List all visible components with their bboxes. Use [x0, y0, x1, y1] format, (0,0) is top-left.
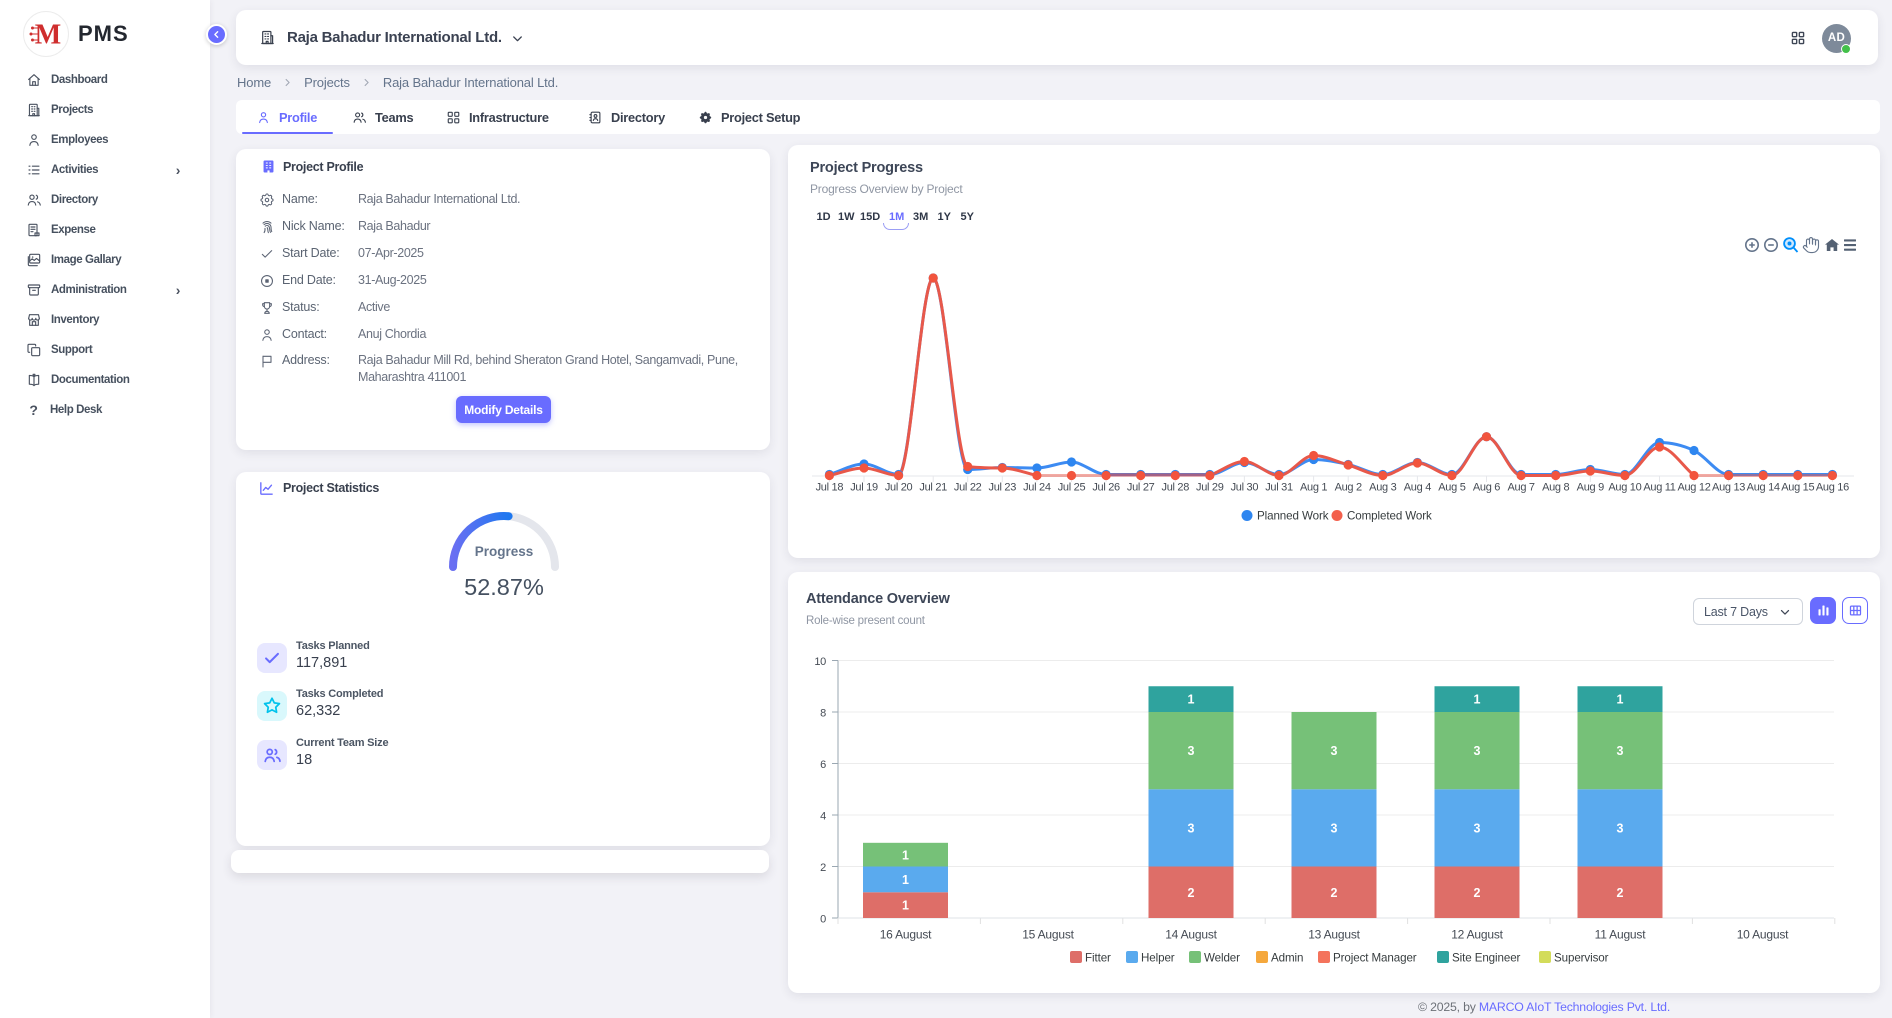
svg-text:2: 2 — [1331, 886, 1338, 900]
svg-text:Project Manager: Project Manager — [1333, 952, 1417, 965]
svg-text:10 August: 10 August — [1737, 928, 1789, 942]
svg-text:Fitter: Fitter — [1085, 952, 1111, 965]
svg-text:Aug 10: Aug 10 — [1608, 482, 1641, 494]
svg-text:1: 1 — [902, 873, 909, 887]
svg-text:10: 10 — [814, 656, 826, 668]
svg-text:Aug 12: Aug 12 — [1677, 482, 1710, 494]
svg-text:6: 6 — [820, 759, 826, 771]
svg-text:Jul 20: Jul 20 — [885, 482, 913, 494]
svg-text:Aug 2: Aug 2 — [1335, 482, 1362, 494]
svg-text:Aug 8: Aug 8 — [1542, 482, 1569, 494]
svg-text:3: 3 — [1474, 744, 1481, 758]
svg-text:Aug 9: Aug 9 — [1577, 482, 1604, 494]
svg-text:3: 3 — [1331, 821, 1338, 835]
svg-text:Aug 13: Aug 13 — [1712, 482, 1745, 494]
svg-text:3: 3 — [1188, 821, 1195, 835]
svg-text:Jul 18: Jul 18 — [816, 482, 844, 494]
svg-text:Aug 3: Aug 3 — [1369, 482, 1396, 494]
svg-text:3: 3 — [1188, 744, 1195, 758]
svg-text:2: 2 — [820, 862, 826, 874]
svg-text:15 August: 15 August — [1022, 928, 1074, 942]
svg-text:Aug 1: Aug 1 — [1300, 482, 1327, 494]
svg-text:Jul 21: Jul 21 — [919, 482, 947, 494]
svg-text:8: 8 — [820, 708, 826, 720]
svg-text:12 August: 12 August — [1451, 928, 1503, 942]
svg-text:1: 1 — [1188, 693, 1195, 707]
svg-text:Jul 31: Jul 31 — [1265, 482, 1293, 494]
svg-text:1: 1 — [1617, 693, 1624, 707]
svg-text:M: M — [35, 20, 61, 51]
svg-text:4: 4 — [820, 811, 826, 823]
svg-text:Jul 30: Jul 30 — [1231, 482, 1259, 494]
svg-text:Aug 16: Aug 16 — [1816, 482, 1849, 494]
svg-text:Planned Work: Planned Work — [1257, 510, 1329, 523]
svg-text:2: 2 — [1617, 886, 1624, 900]
svg-text:Completed Work: Completed Work — [1347, 510, 1432, 523]
svg-text:Aug 4: Aug 4 — [1404, 482, 1431, 494]
svg-text:13 August: 13 August — [1308, 928, 1360, 942]
svg-text:Welder: Welder — [1204, 952, 1240, 965]
svg-text:Jul 25: Jul 25 — [1058, 482, 1086, 494]
svg-text:Jul 29: Jul 29 — [1196, 482, 1224, 494]
svg-text:Aug 5: Aug 5 — [1438, 482, 1465, 494]
svg-text:3: 3 — [1474, 821, 1481, 835]
svg-text:Aug 14: Aug 14 — [1747, 482, 1780, 494]
svg-text:11 August: 11 August — [1595, 928, 1647, 942]
svg-text:Supervisor: Supervisor — [1554, 952, 1609, 965]
svg-text:Admin: Admin — [1271, 952, 1303, 965]
svg-text:Jul 24: Jul 24 — [1023, 482, 1051, 494]
svg-text:Jul 19: Jul 19 — [850, 482, 878, 494]
svg-text:3: 3 — [1617, 744, 1624, 758]
svg-text:1: 1 — [902, 899, 909, 913]
svg-text:3: 3 — [1617, 821, 1624, 835]
svg-text:Jul 28: Jul 28 — [1162, 482, 1190, 494]
svg-text:Aug 15: Aug 15 — [1781, 482, 1814, 494]
svg-text:3: 3 — [1331, 744, 1338, 758]
svg-text:Helper: Helper — [1141, 952, 1175, 965]
svg-text:Aug 6: Aug 6 — [1473, 482, 1500, 494]
svg-text:Jul 22: Jul 22 — [954, 482, 982, 494]
svg-text:Jul 26: Jul 26 — [1092, 482, 1120, 494]
svg-text:2: 2 — [1188, 886, 1195, 900]
svg-text:Jul 23: Jul 23 — [989, 482, 1017, 494]
svg-text:0: 0 — [820, 914, 826, 926]
svg-text:14 August: 14 August — [1165, 928, 1217, 942]
svg-text:Aug 11: Aug 11 — [1643, 482, 1675, 494]
svg-text:Aug 7: Aug 7 — [1507, 482, 1534, 494]
svg-text:1: 1 — [902, 848, 909, 862]
svg-text:16 August: 16 August — [880, 928, 932, 942]
svg-text:Jul 27: Jul 27 — [1127, 482, 1155, 494]
svg-text:2: 2 — [1474, 886, 1481, 900]
svg-text:Site Engineer: Site Engineer — [1452, 952, 1521, 965]
svg-text:1: 1 — [1474, 693, 1481, 707]
